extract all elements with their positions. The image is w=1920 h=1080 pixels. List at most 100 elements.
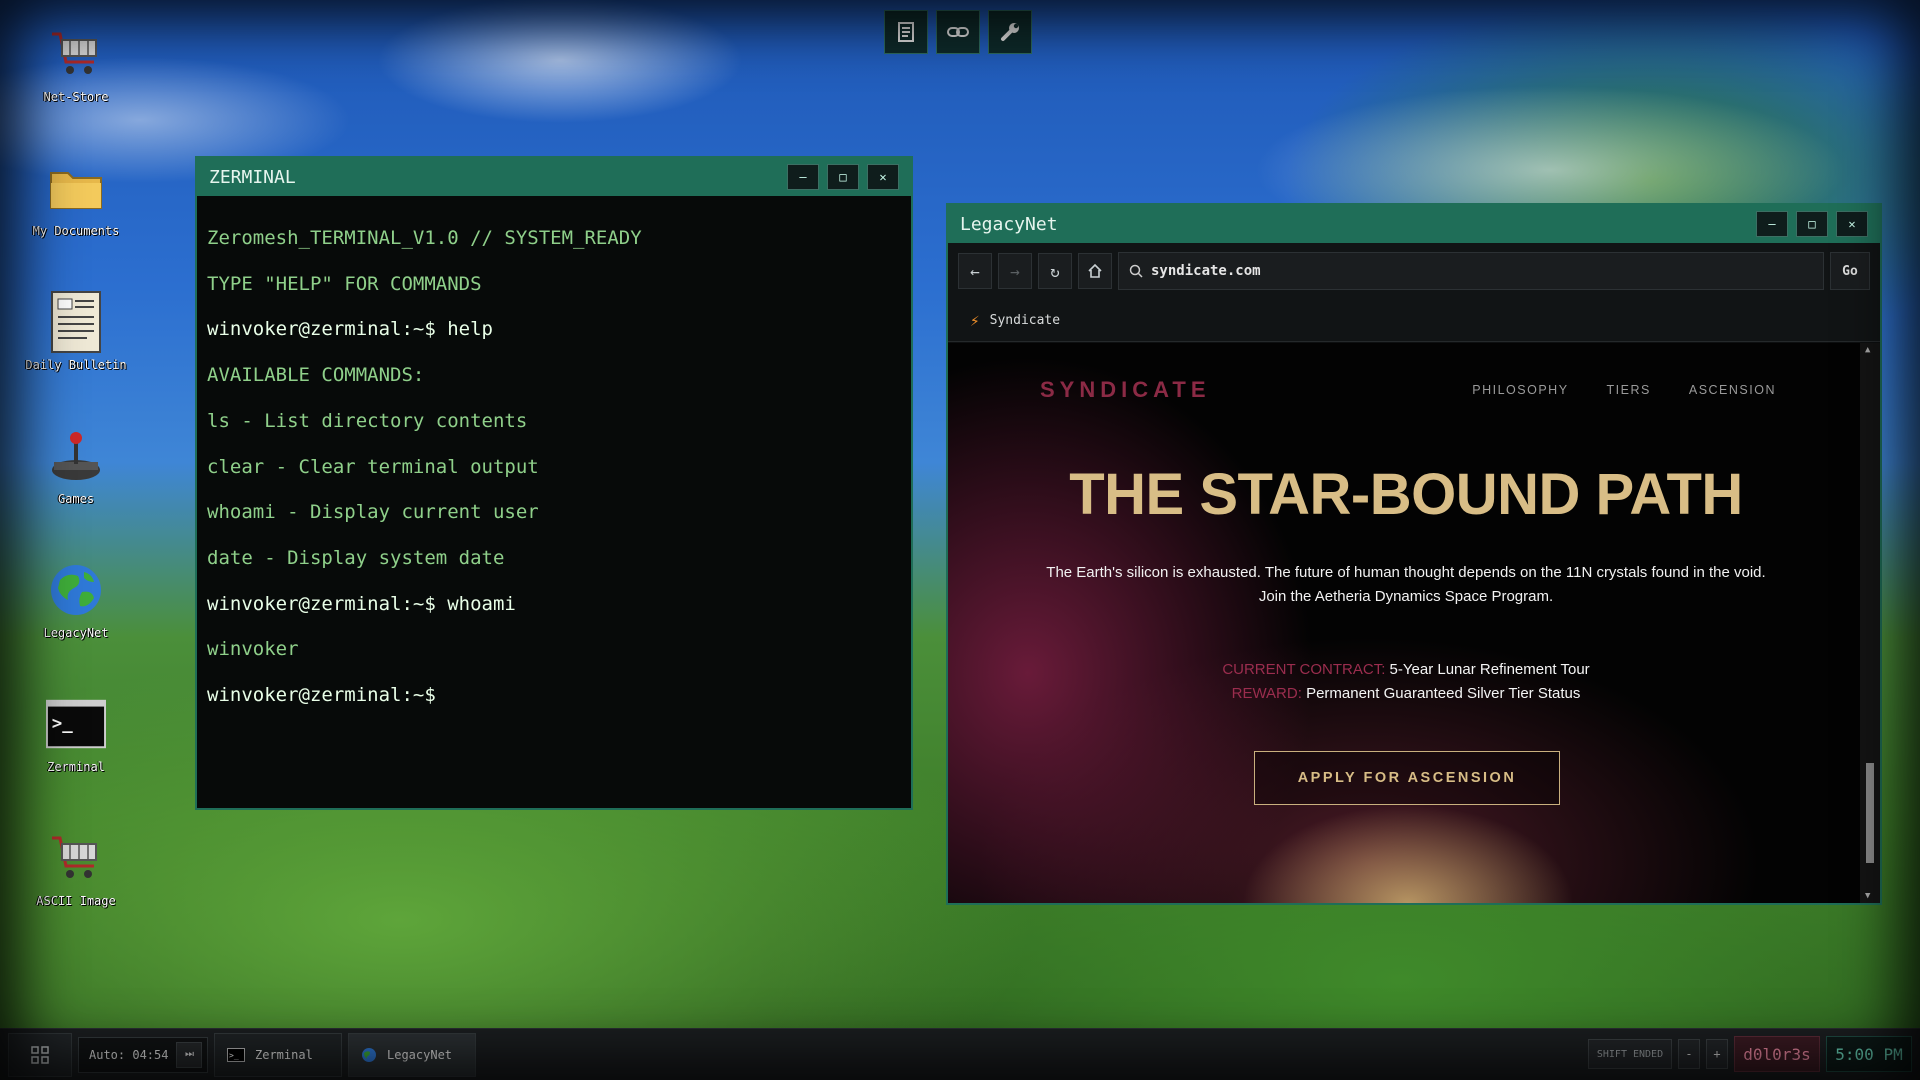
scroll-thumb[interactable] [1866, 763, 1874, 863]
globe-icon [362, 1047, 376, 1062]
reload-icon: ↻ [1050, 261, 1060, 281]
notes-icon [898, 22, 914, 42]
browser-titlebar[interactable]: LegacyNet — □ ✕ [948, 205, 1880, 243]
page-scrollbar[interactable]: ▲ ▼ [1860, 343, 1880, 903]
globe-icon [46, 560, 106, 620]
taskbar: Auto: 04:54 ⏭ >_ Zerminal LegacyNet SHIF… [0, 1028, 1920, 1080]
terminal-icon: >_ [46, 694, 106, 754]
web-page: SYNDICATE PHILOSOPHY TIERS ASCENSION THE… [948, 343, 1864, 903]
window-title: ZERMINAL [209, 166, 296, 188]
shopping-cart-icon [46, 24, 106, 84]
scroll-down-icon[interactable]: ▼ [1865, 891, 1870, 901]
wrench-button[interactable] [988, 10, 1032, 54]
folder-icon [46, 158, 106, 218]
search-icon [1129, 264, 1143, 278]
reload-button[interactable]: ↻ [1038, 253, 1072, 289]
contract-info: CURRENT CONTRACT: 5-Year Lunar Refinemen… [948, 658, 1864, 706]
svg-text:>_: >_ [229, 1051, 239, 1060]
terminal-prompt[interactable]: winvoker@zerminal:~$ [207, 673, 901, 719]
terminal-line: date - Display system date [207, 546, 505, 569]
task-label: Zerminal [255, 1047, 313, 1062]
desktop-icon-label: ASCII Image [36, 894, 116, 908]
grid-icon [31, 1045, 49, 1064]
forward-button[interactable]: → [998, 253, 1032, 289]
window-title: LegacyNet [960, 213, 1058, 235]
site-nav: PHILOSOPHY TIERS ASCENSION [1472, 383, 1776, 397]
terminal-line: clear - Clear terminal output [207, 455, 539, 478]
bookmark-bar: ⚡ Syndicate [948, 299, 1880, 342]
system-tray: SHIFT ENDED - + d0l0r3s 5:00 PM [1588, 1036, 1912, 1072]
browser-window[interactable]: LegacyNet — □ ✕ ← → ↻ syndicate.com Go ⚡… [946, 203, 1882, 905]
hero-description: The Earth's silicon is exhausted. The fu… [1046, 564, 1766, 605]
clock: 5:00 PM [1826, 1036, 1912, 1072]
link-button[interactable] [936, 10, 980, 54]
desktop-icon-label: Net-Store [43, 90, 109, 104]
desktop-icon-label: Zerminal [47, 760, 105, 774]
home-button[interactable] [1078, 253, 1112, 289]
arrow-right-icon: → [1010, 261, 1020, 281]
desktop-icon-zerminal[interactable]: >_ Zerminal [22, 694, 130, 774]
home-icon [1088, 263, 1102, 278]
nav-ascension[interactable]: ASCENSION [1689, 383, 1776, 397]
shift-status: SHIFT ENDED [1588, 1039, 1672, 1069]
terminal-line: winvoker@zerminal:~$ whoami [207, 592, 516, 615]
terminal-line: whoami - Display current user [207, 501, 539, 524]
terminal-line: AVAILABLE COMMANDS: [207, 364, 425, 387]
skip-icon: ⏭ [184, 1049, 194, 1060]
desktop-icon-label: Daily Bulletin [25, 358, 127, 372]
terminal-line: Zeromesh_TERMINAL_V1.0 // SYSTEM_READY [207, 227, 642, 249]
terminal-output[interactable]: Zeromesh_TERMINAL_V1.0 // SYSTEM_READY T… [197, 196, 911, 739]
start-button[interactable] [8, 1032, 72, 1077]
desktop-icon-my-documents[interactable]: My Documents [22, 158, 130, 238]
site-logo[interactable]: SYNDICATE [1040, 377, 1211, 403]
contract-value: 5-Year Lunar Refinement Tour [1389, 661, 1590, 678]
address-bar[interactable]: syndicate.com [1118, 252, 1824, 290]
document-icon [46, 291, 106, 353]
svg-text:>_: >_ [52, 714, 73, 734]
task-zerminal[interactable]: >_ Zerminal [214, 1032, 342, 1077]
desktop-icon-label: Games [57, 492, 95, 506]
task-label: LegacyNet [387, 1047, 453, 1062]
minimize-button[interactable]: — [1756, 211, 1788, 237]
nav-philosophy[interactable]: PHILOSOPHY [1472, 383, 1568, 397]
desktop-icon-ascii-image[interactable]: ASCII Image [22, 828, 130, 908]
reward-label: REWARD: [1231, 685, 1302, 702]
top-toolbar [884, 10, 1032, 54]
desktop-icon-label: My Documents [32, 224, 120, 238]
back-button[interactable]: ← [958, 253, 992, 289]
terminal-line: ls - List directory contents [207, 409, 528, 432]
auto-timer-label: Auto: 04:54 [89, 1047, 169, 1062]
browser-nav-bar: ← → ↻ syndicate.com Go [948, 243, 1880, 299]
desktop-icon-net-store[interactable]: Net-Store [22, 24, 130, 104]
maximize-button[interactable]: □ [1796, 211, 1828, 237]
task-legacynet[interactable]: LegacyNet [348, 1032, 476, 1077]
joystick-icon [46, 426, 106, 486]
close-button[interactable]: ✕ [867, 164, 899, 190]
minimize-button[interactable]: — [787, 164, 819, 190]
apply-button[interactable]: APPLY FOR ASCENSION [1254, 751, 1560, 805]
decrease-button[interactable]: - [1678, 1039, 1700, 1069]
reward-value: Permanent Guaranteed Silver Tier Status [1306, 685, 1581, 702]
lightning-icon: ⚡ [970, 310, 980, 330]
increase-button[interactable]: + [1706, 1039, 1728, 1069]
wrench-icon [1001, 23, 1019, 41]
desktop-icon-daily-bulletin[interactable]: Daily Bulletin [22, 291, 130, 372]
bookmark-syndicate[interactable]: Syndicate [990, 313, 1060, 328]
close-button[interactable]: ✕ [1836, 211, 1868, 237]
desktop-icon-legacynet[interactable]: LegacyNet [22, 560, 130, 640]
maximize-button[interactable]: □ [827, 164, 859, 190]
scroll-up-icon[interactable]: ▲ [1865, 345, 1870, 355]
terminal-window[interactable]: ZERMINAL — □ ✕ Zeromesh_TERMINAL_V1.0 //… [195, 156, 913, 810]
user-badge[interactable]: d0l0r3s [1734, 1036, 1820, 1072]
terminal-icon: >_ [227, 1047, 245, 1062]
hero-title: THE STAR-BOUND PATH [1069, 462, 1743, 527]
desktop-icon-label: LegacyNet [43, 626, 109, 640]
skip-button[interactable]: ⏭ [176, 1041, 203, 1068]
url-text: syndicate.com [1151, 263, 1261, 279]
go-button[interactable]: Go [1830, 252, 1870, 290]
notes-button[interactable] [884, 10, 928, 54]
terminal-titlebar[interactable]: ZERMINAL — □ ✕ [197, 158, 911, 196]
terminal-line: TYPE "HELP" FOR COMMANDS [207, 272, 482, 295]
nav-tiers[interactable]: TIERS [1607, 383, 1651, 397]
desktop-icon-games[interactable]: Games [22, 426, 130, 506]
